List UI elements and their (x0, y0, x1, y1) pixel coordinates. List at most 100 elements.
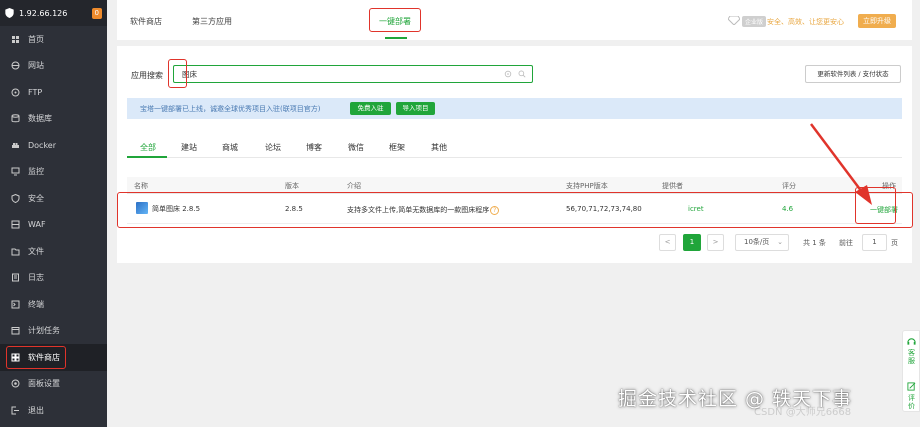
col-php: 支持PHP版本 (566, 182, 608, 190)
sidebar-item-label: Docker (28, 140, 57, 150)
free-join-button[interactable]: 免费入驻 (350, 102, 391, 115)
sidebar-item-3[interactable]: FTP (0, 79, 107, 106)
sidebar-item-7[interactable]: 安全 (0, 185, 107, 212)
active-tab-underline (385, 37, 407, 39)
col-score: 评分 (782, 182, 796, 190)
main-panel: 应用搜索 图床 更新软件列表 / 支付状态 宝塔一键部署已上线，诚邀全球优秀项目… (117, 46, 913, 263)
diamond-icon (728, 16, 740, 25)
notice-text: 宝塔一键部署已上线，诚邀全球优秀项目入驻(联项目官方) (140, 105, 321, 113)
feedback-button[interactable]: 评价 (908, 394, 916, 410)
pro-slogan: 安全、高效、让您更安心 (767, 18, 844, 26)
globe-icon (11, 61, 20, 70)
highlight-box-tab (369, 8, 421, 32)
home-icon (12, 35, 19, 43)
folder-icon (11, 248, 20, 256)
category-framework[interactable]: 框架 (389, 142, 405, 153)
docker-icon (12, 142, 19, 148)
category-active-underline (127, 156, 167, 158)
logout-icon (11, 406, 19, 415)
monitor-icon (11, 167, 20, 176)
sidebar-item-1[interactable]: 首页 (0, 26, 107, 53)
log-icon (12, 273, 19, 282)
total-count: 共 1 条 (803, 239, 826, 247)
sidebar-item-4[interactable]: 数据库 (0, 106, 107, 133)
sidebar-item-15[interactable]: 退出 (0, 397, 107, 424)
highlight-box-search (168, 59, 187, 88)
category-blog[interactable]: 博客 (306, 142, 322, 153)
clock-icon (11, 327, 20, 335)
sidebar-item-label: 监控 (28, 167, 44, 177)
category-divider (127, 157, 902, 158)
pro-badge: 企业版 (742, 16, 767, 27)
sidebar-item-label: WAF (28, 220, 46, 230)
category-other[interactable]: 其他 (431, 142, 447, 153)
sidebar-item-label: 日志 (28, 273, 44, 283)
col-name: 名称 (134, 182, 148, 190)
search-input[interactable]: 图床 (173, 65, 533, 83)
col-intro: 介绍 (347, 182, 361, 190)
category-wechat[interactable]: 微信 (348, 142, 364, 153)
eye-icon[interactable] (504, 70, 512, 78)
sidebar-item-14[interactable]: 面板设置 (0, 371, 107, 398)
ftp-icon (11, 88, 20, 97)
juejin-watermark: 掘金技术社区 @ 轶天下事 (618, 388, 853, 410)
notice-bar: 宝塔一键部署已上线，诚邀全球优秀项目入驻(联项目官方) 免费入驻 导入项目 (127, 98, 902, 119)
refresh-list-button[interactable]: 更新软件列表 / 支付状态 (805, 65, 901, 83)
server-ip: 1.92.66.126 (19, 8, 68, 18)
edit-icon (907, 382, 916, 391)
sidebar-item-label: 退出 (28, 405, 44, 415)
col-version: 版本 (285, 182, 299, 190)
sidebar-item-13[interactable]: 软件商店 (0, 344, 107, 371)
sidebar-item-5[interactable]: Docker (0, 132, 107, 159)
shield-logo-icon (5, 8, 14, 18)
highlight-box-row (117, 192, 913, 228)
page-size-select[interactable]: 10条/页 ⌄ (735, 234, 789, 251)
category-forum[interactable]: 论坛 (265, 142, 281, 153)
highlight-box-operation (855, 187, 896, 224)
prev-page-button[interactable]: < (659, 234, 676, 251)
sidebar-item-label: 首页 (28, 34, 44, 44)
page-suffix: 页 (891, 239, 898, 247)
goto-label: 前往 (839, 239, 853, 247)
page-1-button[interactable]: 1 (683, 234, 701, 251)
next-page-button[interactable]: > (707, 234, 724, 251)
sidebar-item-label: FTP (28, 87, 43, 97)
headset-icon (907, 338, 916, 345)
tab-third-party[interactable]: 第三方应用 (192, 16, 232, 27)
sidebar-item-label: 文件 (28, 246, 44, 256)
col-provider: 提供者 (662, 182, 683, 190)
database-icon (11, 114, 20, 123)
sidebar-item-6[interactable]: 监控 (0, 159, 107, 186)
search-icon[interactable] (518, 70, 526, 78)
sidebar-item-label: 面板设置 (28, 379, 60, 389)
sidebar-item-label: 计划任务 (28, 326, 60, 336)
waf-icon (11, 220, 20, 229)
sidebar-item-8[interactable]: WAF (0, 212, 107, 239)
category-mall[interactable]: 商城 (222, 142, 238, 153)
sidebar-item-label: 安全 (28, 193, 44, 203)
category-site[interactable]: 建站 (181, 142, 197, 153)
sidebar-item-12[interactable]: 计划任务 (0, 318, 107, 345)
shield-icon (11, 193, 20, 203)
tab-software-store[interactable]: 软件商店 (130, 16, 162, 27)
settings-icon (11, 379, 20, 388)
sidebar-item-10[interactable]: 日志 (0, 265, 107, 292)
chevron-down-icon: ⌄ (777, 238, 783, 246)
sidebar-item-label: 终端 (28, 299, 44, 309)
terminal-icon (11, 300, 20, 309)
category-all[interactable]: 全部 (140, 142, 156, 153)
customer-service-button[interactable]: 客服 (908, 349, 916, 365)
sidebar-item-label: 数据库 (28, 114, 52, 124)
sidebar-item-label: 网站 (28, 61, 44, 71)
import-project-button[interactable]: 导入项目 (396, 102, 435, 115)
sidebar-item-2[interactable]: 网站 (0, 53, 107, 80)
highlight-box-sidebar (6, 346, 66, 369)
upgrade-button[interactable]: 立即升级 (858, 14, 896, 28)
floating-side-panel: 客服 评价 (902, 330, 920, 412)
goto-page-input[interactable]: 1 (862, 234, 887, 251)
search-label: 应用搜索 (131, 71, 163, 80)
sidebar-item-11[interactable]: 终端 (0, 291, 107, 318)
notification-badge[interactable]: 0 (91, 7, 102, 19)
sidebar-item-9[interactable]: 文件 (0, 238, 107, 265)
sidebar: 1.92.66.126 0 首页网站 FTP 数据库 Docker 监控安全 WAF 文件日… (0, 0, 107, 427)
